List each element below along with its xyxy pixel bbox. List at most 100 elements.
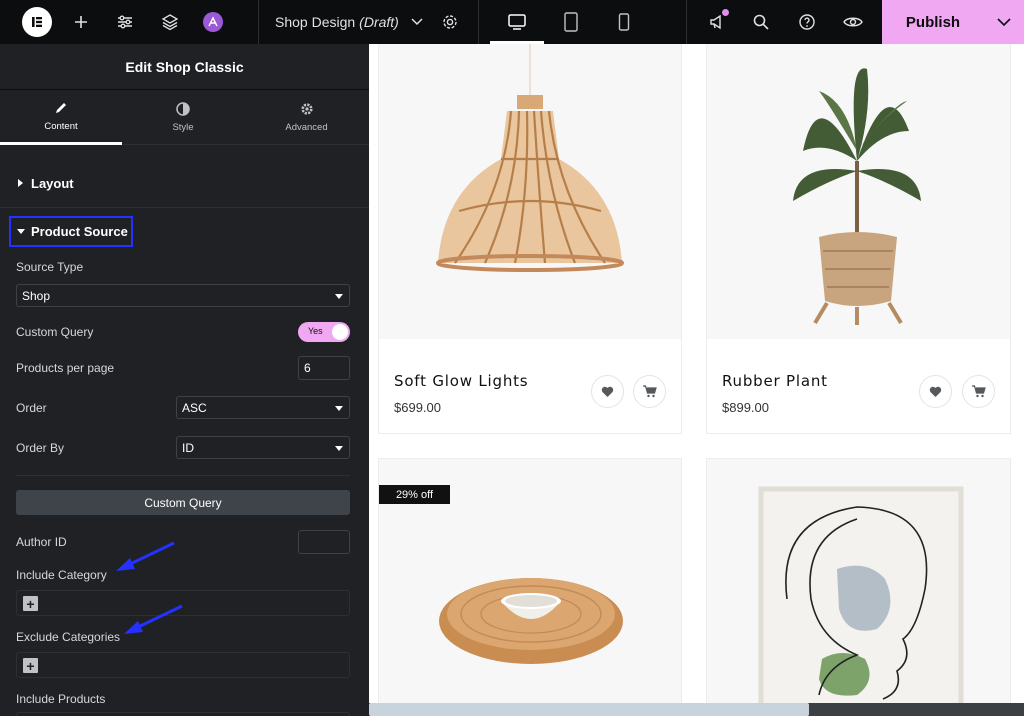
document-name: Shop Design — [275, 14, 356, 30]
wishlist-button[interactable] — [919, 375, 952, 408]
tablet-view-icon[interactable] — [560, 0, 582, 44]
preview-eye-icon[interactable] — [842, 0, 864, 44]
pendant-lamp-image — [436, 44, 624, 272]
include-products-field[interactable] — [16, 712, 350, 716]
scrollbar-thumb[interactable] — [369, 703, 809, 716]
potted-plant-image — [793, 68, 921, 325]
divider — [686, 0, 687, 44]
divider — [478, 0, 479, 44]
caret-down-icon — [17, 229, 25, 234]
heart-icon — [929, 386, 942, 397]
product-price: $699.00 — [394, 400, 441, 415]
framed-line-art-image — [758, 486, 964, 716]
desktop-view-icon[interactable] — [505, 0, 529, 44]
product-card[interactable]: Rubber Plant $899.00 — [706, 44, 1011, 434]
add-exclude-category-button[interactable]: + — [23, 658, 38, 673]
product-name[interactable]: Rubber Plant — [722, 372, 828, 390]
section-layout[interactable]: Layout — [0, 170, 369, 196]
order-label: Order — [16, 401, 47, 415]
chevron-down-icon — [335, 294, 343, 299]
include-category-label: Include Category — [16, 568, 107, 582]
layers-icon[interactable] — [159, 0, 181, 44]
product-name[interactable]: Soft Glow Lights — [394, 372, 528, 390]
publish-options-button[interactable] — [984, 0, 1024, 44]
elementor-logo-icon[interactable] — [20, 0, 54, 44]
page-settings-icon[interactable] — [440, 0, 460, 44]
select-value: Shop — [22, 288, 51, 303]
sale-badge: 29% off — [379, 485, 450, 504]
order-by-select[interactable]: ID — [176, 436, 350, 459]
add-include-category-button[interactable]: + — [23, 596, 38, 611]
source-type-select[interactable]: Shop — [16, 284, 350, 307]
chevron-down-icon — [335, 406, 343, 411]
publish-button[interactable]: Publish — [882, 0, 984, 44]
panel-tabs: Content Style Advanced — [0, 90, 369, 145]
exclude-categories-field[interactable]: + — [16, 652, 350, 678]
search-icon[interactable] — [751, 0, 771, 44]
section-title: Product Source — [31, 224, 128, 239]
tab-label: Style — [172, 122, 194, 133]
select-value: ASC — [182, 400, 207, 415]
toggle-label: Yes — [308, 326, 323, 336]
custom-query-toggle[interactable]: Yes — [298, 322, 350, 342]
editor-panel: Edit Shop Classic Content Style Advanced… — [0, 44, 369, 716]
section-product-source[interactable]: Product Source — [9, 216, 133, 247]
annotation-arrow-icon — [116, 541, 175, 571]
custom-query-label: Custom Query — [16, 325, 94, 339]
chevron-down-icon — [411, 18, 423, 26]
order-select[interactable]: ASC — [176, 396, 350, 419]
section-title: Layout — [31, 175, 74, 191]
product-image[interactable] — [707, 459, 1010, 716]
chevron-down-icon — [335, 446, 343, 451]
ai-assistant-icon[interactable] — [202, 0, 224, 44]
author-id-label: Author ID — [16, 535, 67, 549]
product-image[interactable] — [707, 44, 1010, 339]
add-to-cart-button[interactable] — [633, 375, 666, 408]
site-settings-icon[interactable] — [114, 0, 136, 44]
product-image[interactable] — [379, 44, 681, 339]
author-id-input[interactable] — [298, 530, 350, 554]
caret-right-icon — [18, 179, 23, 187]
cart-icon — [642, 385, 657, 398]
annotation-arrow-icon — [124, 604, 183, 634]
source-type-label: Source Type — [16, 260, 84, 274]
divider — [0, 207, 369, 208]
gear-icon — [300, 103, 313, 115]
custom-query-button[interactable]: Custom Query — [16, 490, 350, 515]
panel-title: Edit Shop Classic — [0, 44, 369, 90]
include-products-label: Include Products — [16, 692, 106, 706]
notification-dot — [722, 9, 729, 16]
tab-content[interactable]: Content — [0, 90, 122, 145]
mobile-view-icon[interactable] — [614, 0, 634, 44]
document-status: (Draft) — [359, 14, 399, 30]
product-price: $899.00 — [722, 400, 769, 415]
select-value: ID — [182, 440, 194, 455]
chevron-down-icon — [997, 17, 1011, 26]
tab-style[interactable]: Style — [122, 90, 244, 145]
products-per-page-label: Products per page — [16, 361, 115, 375]
toggle-knob — [332, 324, 348, 340]
product-card[interactable]: Soft Glow Lights $699.00 — [378, 44, 682, 434]
top-bar: Shop Design (Draft) Publish — [0, 0, 1024, 44]
document-title[interactable]: Shop Design (Draft) — [275, 0, 423, 44]
editor-window: Shop Design (Draft) Publish Edit Shop Cl… — [0, 0, 1024, 716]
products-per-page-input[interactable]: 6 — [298, 356, 350, 380]
contrast-icon — [176, 102, 190, 116]
help-icon[interactable] — [797, 0, 817, 44]
add-element-icon[interactable] — [70, 0, 92, 44]
tab-label: Content — [44, 120, 78, 132]
wishlist-button[interactable] — [591, 375, 624, 408]
add-to-cart-button[interactable] — [962, 375, 995, 408]
heart-icon — [601, 386, 614, 397]
notifications-megaphone-icon[interactable] — [705, 0, 729, 44]
order-by-label: Order By — [16, 441, 65, 455]
preview-canvas: Soft Glow Lights $699.00 Rubber Plant $8… — [369, 44, 1024, 716]
divider — [16, 475, 350, 476]
exclude-categories-label: Exclude Categories — [16, 630, 121, 644]
tab-advanced[interactable]: Advanced — [244, 90, 369, 145]
pencil-icon — [56, 102, 66, 113]
divider — [258, 0, 259, 44]
tab-label: Advanced — [285, 122, 328, 133]
cart-icon — [971, 385, 986, 398]
product-card[interactable] — [706, 458, 1011, 716]
